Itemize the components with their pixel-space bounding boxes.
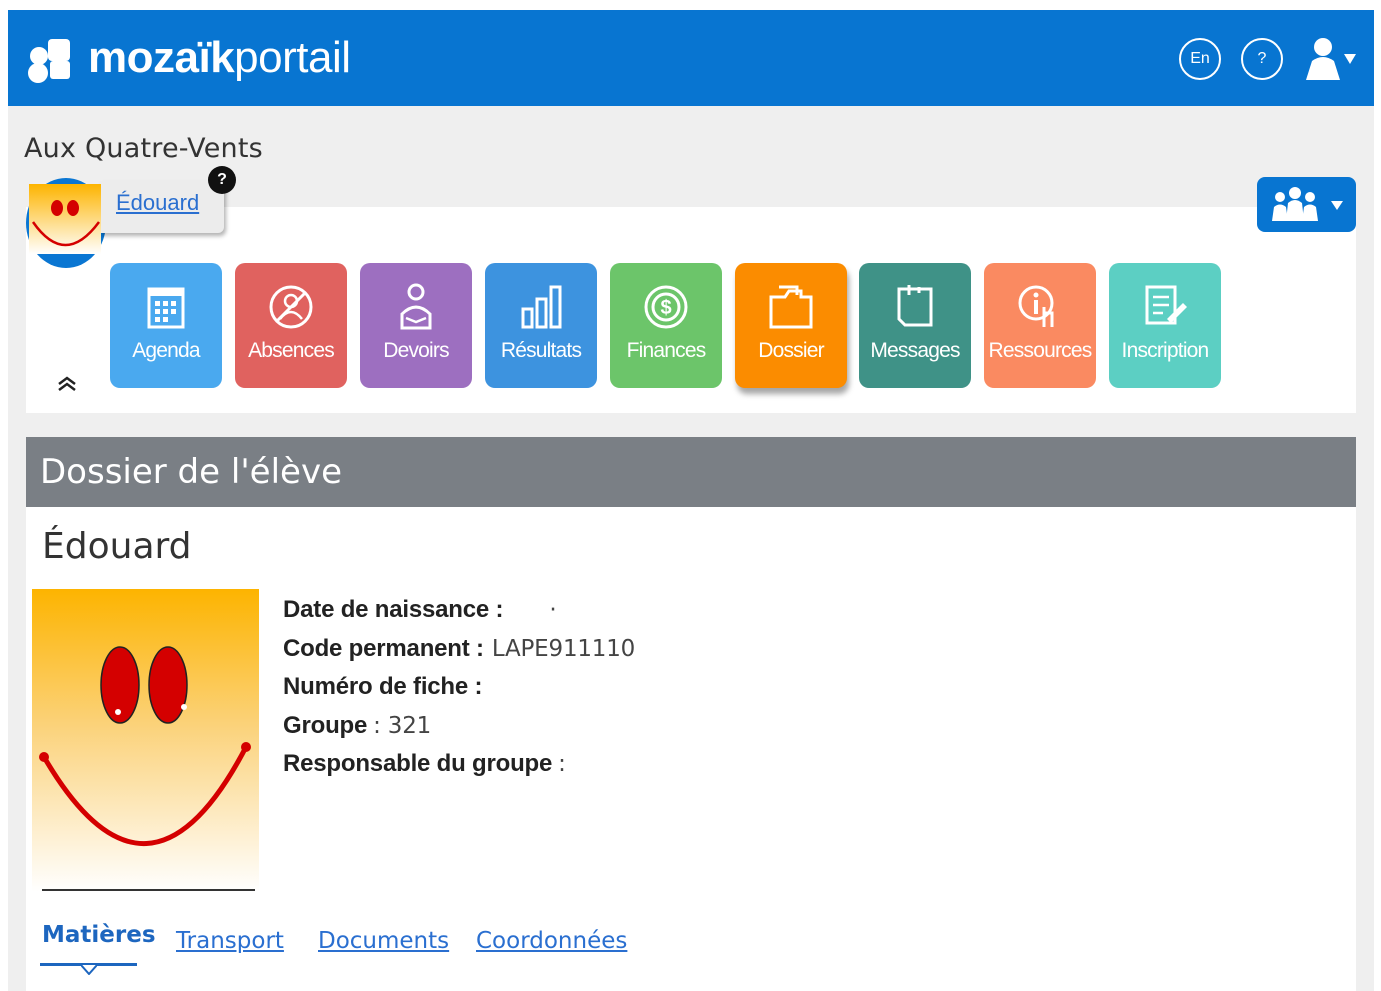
info-label: Responsable du groupe [283, 750, 553, 778]
top-header-bar: mozaïkportail En ? [8, 10, 1374, 106]
nav-tile-label: Résultats [500, 339, 582, 362]
brand-bold: mozaïk [88, 33, 235, 82]
tab-matieres[interactable]: Matières [42, 922, 156, 948]
dollar-coin-icon: $ [638, 279, 694, 335]
user-icon [1306, 38, 1356, 80]
svg-text:$: $ [660, 297, 671, 319]
group-switch-button[interactable] [1257, 177, 1356, 232]
absences-icon [263, 279, 319, 335]
resources-icon [1012, 279, 1068, 335]
nav-tile-devoirs[interactable]: Devoirs [360, 263, 472, 388]
smiley-face-icon [39, 646, 251, 847]
nav-tile-label: Messages [870, 339, 960, 362]
info-value: · [549, 597, 557, 624]
photo-divider [42, 889, 255, 891]
school-name: Aux Quatre-Vents [24, 133, 263, 164]
info-row-birthdate: Date de naissance : · [283, 591, 635, 630]
homework-icon [388, 279, 444, 335]
smiley-face-icon [31, 200, 101, 247]
results-chart-icon [513, 279, 569, 335]
nav-tile-label: Ressources [988, 339, 1093, 362]
nav-tile-label: Finances [626, 339, 707, 362]
page: mozaïkportail En ? Aux Quatre-Vents Édou… [0, 0, 1381, 991]
nav-tile-dossier[interactable]: Dossier [735, 263, 847, 388]
nav-tile-absences[interactable]: Absences [235, 263, 347, 388]
group-people-icon [1271, 186, 1318, 221]
messages-icon [887, 279, 943, 335]
nav-tile-messages[interactable]: Messages [859, 263, 971, 388]
section-title: Dossier de l'élève [40, 452, 342, 492]
info-label: Numéro de fiche : [283, 673, 483, 701]
tab-documents[interactable]: Documents [318, 928, 449, 954]
user-menu-button[interactable] [1304, 36, 1360, 82]
info-label: Groupe [283, 711, 368, 739]
nav-tile-label: Inscription [1121, 339, 1210, 362]
brand-light: portail [234, 33, 351, 82]
info-row-group-responsible: Responsable du groupe : [283, 745, 635, 784]
nav-tile-label: Agenda [132, 339, 200, 362]
help-label: ? [1257, 50, 1267, 67]
info-value: : [558, 751, 566, 778]
info-row-permanent-code: Code permanent : LAPE911110 [283, 630, 635, 669]
calendar-icon [138, 279, 194, 335]
nav-tile-inscription[interactable]: Inscription [1109, 263, 1221, 388]
info-row-group: Groupe : 321 [283, 707, 635, 746]
info-label: Code permanent : [283, 634, 484, 662]
nav-tile-agenda[interactable]: Agenda [110, 263, 222, 388]
nav-tile-ressources[interactable]: Ressources [984, 263, 1096, 388]
collapse-toggle-icon[interactable] [56, 375, 78, 398]
language-label: En [1190, 50, 1210, 67]
folder-icon [763, 279, 819, 335]
nav-tile-resultats[interactable]: Résultats [485, 263, 597, 388]
tab-coordonnees[interactable]: Coordonnées [476, 928, 627, 954]
logo-mark-icon [28, 33, 72, 83]
inscription-icon [1137, 279, 1193, 335]
info-value: : 321 [373, 712, 432, 739]
nav-tile-finances[interactable]: $ Finances [610, 263, 722, 388]
brand-name: mozaïkportail [88, 36, 351, 80]
student-info-list: Date de naissance : · Code permanent : L… [283, 591, 635, 784]
info-row-file-number: Numéro de fiche : [283, 668, 635, 707]
student-avatar[interactable] [29, 184, 101, 254]
brand-logo[interactable]: mozaïkportail [28, 28, 351, 88]
student-name-heading: Édouard [42, 526, 192, 567]
student-photo [32, 589, 259, 892]
info-label: Date de naissance : [283, 596, 504, 624]
help-button[interactable]: ? [1241, 38, 1283, 80]
nav-tile-label: Dossier [758, 339, 824, 362]
help-badge-icon[interactable]: ? [208, 166, 236, 194]
info-value: LAPE911110 [491, 635, 636, 662]
tab-transport[interactable]: Transport [176, 928, 284, 954]
chevron-down-icon [1330, 200, 1343, 210]
nav-tile-label: Absences [248, 339, 335, 362]
student-name-link[interactable]: Édouard [116, 190, 199, 216]
active-tab-caret-icon [81, 965, 97, 975]
language-button[interactable]: En [1179, 38, 1221, 80]
nav-tile-label: Devoirs [383, 339, 449, 362]
